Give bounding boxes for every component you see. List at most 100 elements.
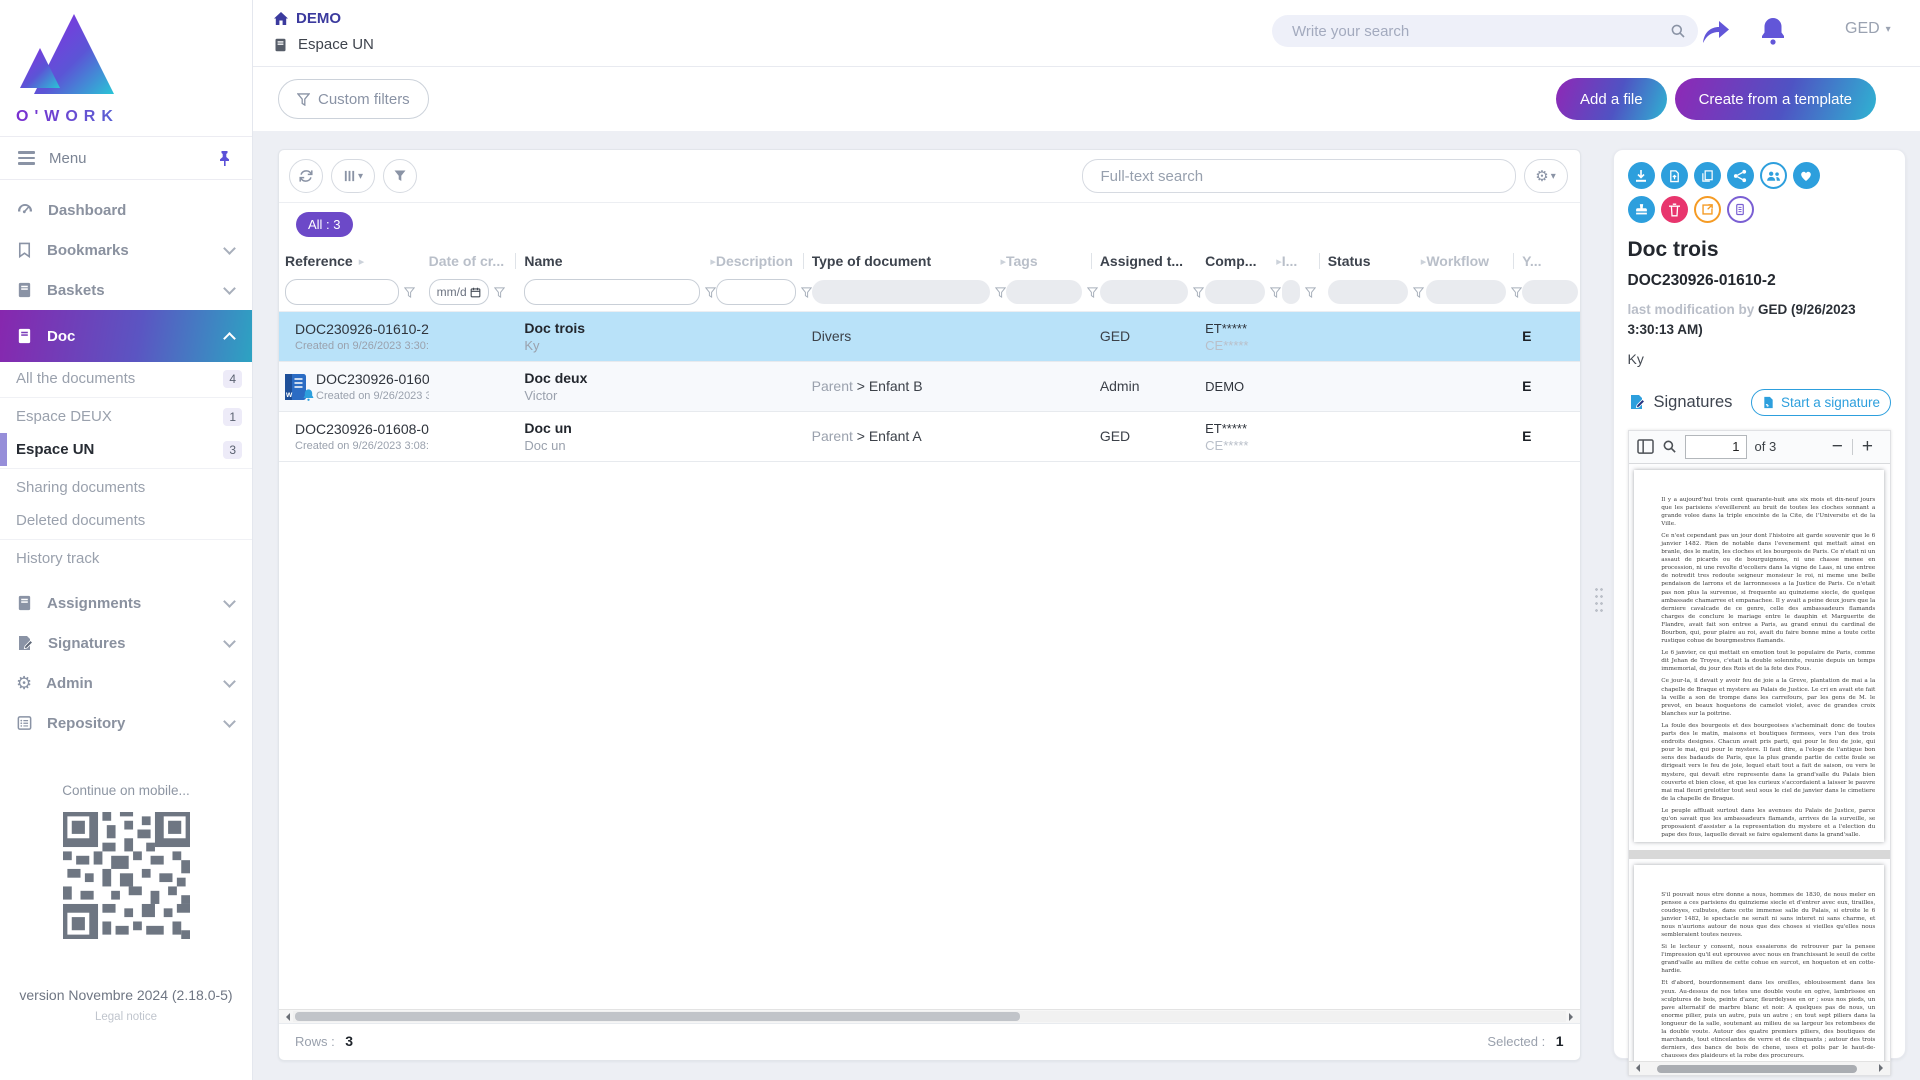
search-icon[interactable]: [1662, 439, 1677, 454]
funnel-icon[interactable]: [494, 287, 505, 298]
zoom-out-button[interactable]: −: [1823, 436, 1852, 458]
scroll-right-arrow[interactable]: [1569, 1013, 1577, 1021]
table-filter-button[interactable]: [383, 159, 417, 193]
sidebar-subitem-espace-deux[interactable]: Espace DEUX 1: [0, 400, 252, 433]
home-icon: [273, 11, 289, 26]
columns-button[interactable]: ▾: [331, 159, 375, 193]
all-count-badge[interactable]: All : 3: [296, 212, 353, 237]
funnel-icon[interactable]: [404, 287, 415, 298]
column-header-reference[interactable]: Reference▸: [285, 253, 429, 269]
sidebar-toggle-icon[interactable]: [1637, 439, 1654, 454]
sidebar-item-dashboard[interactable]: Dashboard: [0, 190, 252, 230]
column-header-assigned[interactable]: Assigned t...: [1100, 253, 1205, 269]
table-row-doc-deux[interactable]: w DOC230926-01609-0 Created on 9/26/2023…: [279, 362, 1580, 412]
content-area: ▾ ⚙ ▾ All : 3: [253, 131, 1920, 1080]
users-button[interactable]: [1760, 162, 1787, 189]
funnel-icon[interactable]: [995, 287, 1006, 298]
filter-input-description[interactable]: [716, 279, 796, 305]
stamp-button[interactable]: [1628, 196, 1655, 223]
sidebar-subitem-history-track[interactable]: History track: [0, 542, 252, 575]
column-header-date[interactable]: Date of cr...: [429, 253, 525, 269]
column-header-i[interactable]: I...: [1282, 253, 1328, 269]
filter-date-picker[interactable]: mm/d: [429, 279, 489, 305]
scrollbar-thumb[interactable]: [295, 1012, 1020, 1021]
table-horizontal-scrollbar[interactable]: [279, 1009, 1580, 1023]
table-settings-button[interactable]: ⚙ ▾: [1524, 159, 1568, 193]
column-header-workflow[interactable]: Workflow: [1426, 253, 1522, 269]
share-button[interactable]: [1727, 162, 1754, 189]
menu-toggle-row: Menu: [0, 136, 252, 180]
breadcrumb-space: Espace UN: [273, 36, 374, 53]
signatures-section: Signatures Start a signature: [1628, 389, 1892, 416]
column-header-description[interactable]: Description: [716, 253, 812, 269]
user-menu[interactable]: GED ▾: [1845, 20, 1891, 38]
sidebar-item-repository[interactable]: Repository: [0, 703, 252, 743]
row-company: DEMO: [1205, 379, 1282, 394]
filter-input-reference[interactable]: [285, 279, 399, 305]
sidebar-item-bookmarks[interactable]: Bookmarks: [0, 230, 252, 270]
funnel-icon[interactable]: [801, 287, 812, 298]
share-forward-icon[interactable]: [1699, 17, 1731, 47]
open-external-button[interactable]: [1694, 196, 1721, 223]
download-button[interactable]: [1628, 162, 1655, 189]
row-type-parent: Parent: [812, 378, 853, 394]
sidebar-item-signatures[interactable]: Signatures: [0, 623, 252, 663]
panel-resize-grip[interactable]: [1594, 586, 1604, 616]
sidebar-item-admin[interactable]: ⚙ Admin: [0, 663, 252, 703]
page-gap: [1629, 850, 1891, 859]
pdf-horizontal-scrollbar[interactable]: [1629, 1061, 1891, 1075]
refresh-button[interactable]: [289, 159, 323, 193]
funnel-icon[interactable]: [1087, 287, 1098, 298]
custom-filters-button[interactable]: Custom filters: [278, 79, 429, 119]
favorite-heart-button[interactable]: [1793, 162, 1820, 189]
funnel-icon[interactable]: [1270, 287, 1281, 298]
table-row-doc-trois[interactable]: DOC230926-01610-2 Created on 9/26/2023 3…: [279, 312, 1580, 362]
fulltext-search-input[interactable]: [1099, 167, 1499, 186]
hamburger-icon[interactable]: [18, 151, 35, 165]
scroll-right-arrow[interactable]: [1879, 1064, 1887, 1072]
sidebar-item-assignments[interactable]: Assignments: [0, 583, 252, 623]
funnel-icon[interactable]: [1511, 287, 1522, 298]
column-header-type[interactable]: Type of document▸: [812, 253, 1006, 269]
add-version-button[interactable]: [1661, 162, 1688, 189]
sidebar-item-doc[interactable]: Doc: [0, 310, 252, 362]
column-header-name[interactable]: Name▸: [524, 253, 716, 269]
book-icon: [16, 327, 33, 345]
funnel-icon[interactable]: [705, 287, 716, 298]
scrollbar-thumb[interactable]: [1657, 1065, 1857, 1073]
sidebar-subitem-deleted-documents[interactable]: Deleted documents: [0, 504, 252, 537]
add-file-button[interactable]: Add a file: [1556, 78, 1667, 120]
funnel-icon[interactable]: [1305, 287, 1316, 298]
scroll-left-arrow[interactable]: [282, 1013, 290, 1021]
funnel-icon[interactable]: [1193, 287, 1204, 298]
zoom-in-button[interactable]: +: [1853, 436, 1882, 458]
filter-input-company: [1205, 280, 1265, 304]
column-header-status[interactable]: Status▸: [1328, 253, 1427, 269]
sidebar-subitem-sharing-documents[interactable]: Sharing documents: [0, 471, 252, 504]
copy-button[interactable]: [1694, 162, 1721, 189]
row-subtitle: Ky: [524, 338, 716, 353]
app-logo[interactable]: O'WORK: [0, 0, 252, 136]
search-icon[interactable]: [1670, 23, 1686, 39]
scroll-left-arrow[interactable]: [1632, 1064, 1640, 1072]
sidebar-item-baskets[interactable]: Baskets: [0, 270, 252, 310]
column-header-tags[interactable]: Tags: [1006, 253, 1100, 269]
column-header-y[interactable]: Y...: [1522, 253, 1579, 269]
sidebar-subitem-all-documents[interactable]: All the documents 4: [0, 362, 252, 395]
create-from-template-button[interactable]: Create from a template: [1675, 78, 1876, 120]
pin-icon[interactable]: [217, 150, 232, 167]
notifications-bell-icon[interactable]: [1758, 15, 1788, 47]
funnel-icon[interactable]: [1413, 287, 1424, 298]
start-signature-button[interactable]: Start a signature: [1751, 389, 1891, 416]
breadcrumb-home[interactable]: DEMO: [273, 10, 341, 27]
page-number-input[interactable]: [1685, 435, 1747, 459]
delete-button[interactable]: [1661, 196, 1688, 223]
pdf-pages[interactable]: Il y a aujourd'hui trois cent quarante-h…: [1629, 464, 1891, 1075]
sidebar-subitem-espace-un[interactable]: Espace UN 3: [0, 433, 252, 466]
table-row-doc-un[interactable]: DOC230926-01608-0 Created on 9/26/2023 3…: [279, 412, 1580, 462]
global-search-input[interactable]: [1290, 22, 1670, 41]
legal-notice-link[interactable]: Legal notice: [0, 1011, 252, 1023]
column-header-company[interactable]: Comp...▸: [1205, 253, 1282, 269]
document-info-button[interactable]: [1727, 196, 1754, 223]
filter-input-name[interactable]: [524, 279, 700, 305]
